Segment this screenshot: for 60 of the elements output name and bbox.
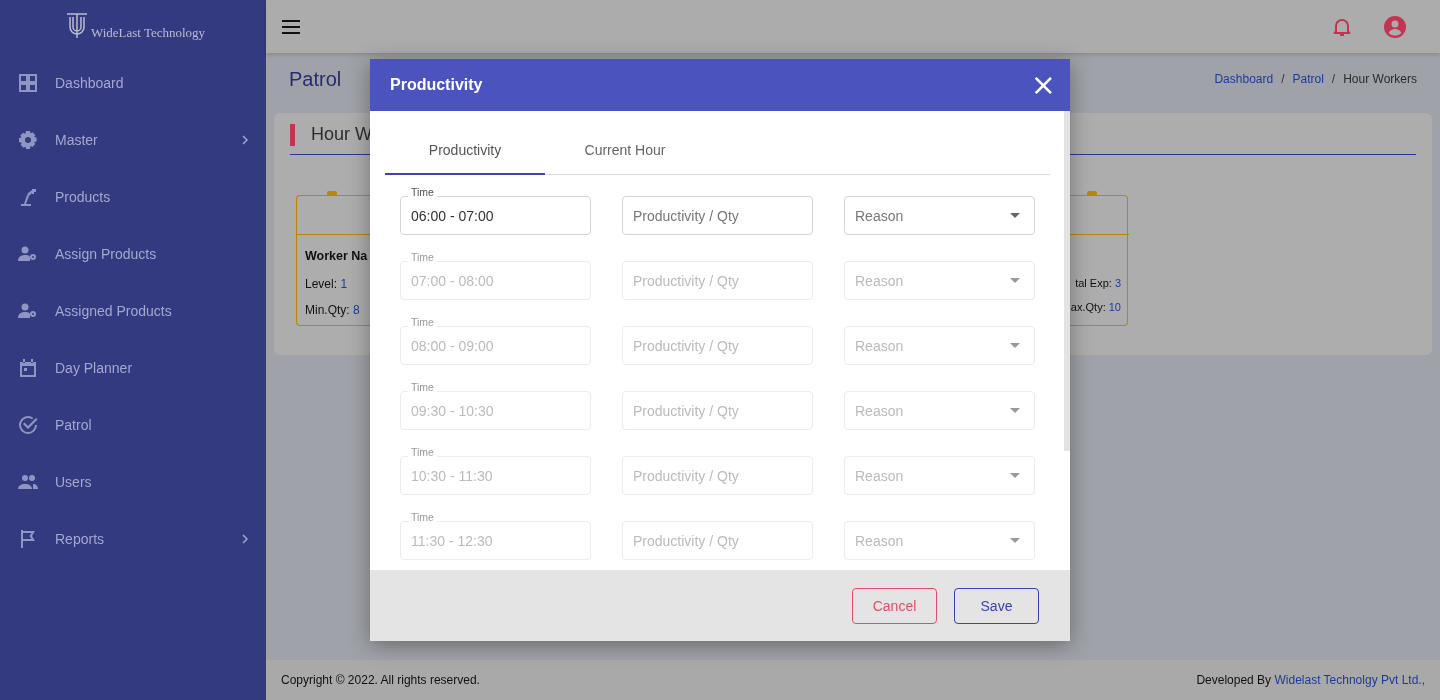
sidebar-item[interactable]: Patrol [0, 396, 266, 453]
sidebar-item[interactable]: Reports [0, 510, 266, 567]
cancel-button[interactable]: Cancel [852, 587, 937, 624]
copyright-text: Copyright © 2022. All rights reserved. [281, 673, 480, 687]
field-label: tal Exp: [1075, 277, 1112, 289]
sidebar-item[interactable]: Master [0, 111, 266, 168]
developer-text: Developed By [1196, 673, 1272, 687]
logo-text: WideLast Technology [90, 25, 206, 41]
field-label: Time [408, 250, 437, 264]
breadcrumb-separator: / [1281, 72, 1285, 86]
breadcrumb-current: Hour Workers [1343, 72, 1417, 86]
field-label: Time [408, 510, 437, 524]
caret-icon [1010, 343, 1020, 348]
sidebar-item[interactable]: Assign Products [0, 225, 266, 282]
gear-icon [18, 129, 38, 150]
chevron-right-icon [242, 533, 248, 544]
save-button[interactable]: Save [954, 587, 1039, 624]
calendar-icon [18, 357, 38, 378]
field-label: Level: [305, 277, 338, 291]
caret-icon [1010, 408, 1020, 413]
tab[interactable]: Current Hour [545, 126, 705, 175]
tab[interactable]: Productivity [385, 126, 545, 175]
field-label: Time [408, 185, 437, 199]
company-link[interactable]: Widelast Technolgy Pvt Ltd., [1274, 673, 1425, 687]
caret-icon [1010, 213, 1020, 218]
grid-icon [18, 72, 38, 93]
chevron-right-icon [242, 134, 248, 145]
close-button[interactable]: × [1028, 70, 1058, 100]
sidebar-item[interactable]: Users [0, 453, 266, 510]
user-avatar-icon[interactable] [1384, 15, 1406, 38]
sidebar-item[interactable]: Assigned Products [0, 282, 266, 339]
sidebar-item[interactable]: Dashboard [0, 54, 266, 111]
scrollbar[interactable] [1064, 111, 1070, 451]
robot-arm-icon [18, 186, 38, 207]
bell-icon[interactable] [1333, 16, 1351, 37]
field-value: 8 [353, 303, 360, 317]
menu-icon[interactable] [282, 19, 300, 34]
sidebar-item[interactable]: Day Planner [0, 339, 266, 396]
caret-icon [1010, 473, 1020, 478]
caret-icon [1010, 278, 1020, 283]
breadcrumb-link[interactable]: Patrol [1292, 72, 1324, 86]
modal-title: Productivity [390, 76, 483, 94]
breadcrumb-link[interactable]: Dashboard [1214, 72, 1274, 86]
reason-dropdown[interactable]: Reason [844, 196, 1035, 235]
field-value: 3 [1114, 277, 1121, 289]
breadcrumb-separator: / [1331, 72, 1336, 86]
worker-name: Worker Na [305, 249, 369, 265]
sidebar-item[interactable]: Products [0, 168, 266, 225]
field-label: Min.Qty: [305, 303, 350, 317]
field-label: Time [408, 445, 437, 459]
field-label: Time [408, 315, 437, 329]
page-title: Patrol [289, 67, 342, 91]
accent-bar [290, 123, 295, 146]
field-value: 1 [340, 277, 348, 291]
field-label: ax.Qty: [1070, 301, 1106, 313]
field-value: 10 [1108, 301, 1121, 313]
flag-icon [18, 528, 38, 549]
field-label: Time [408, 380, 437, 394]
caret-icon [1010, 538, 1020, 543]
quantity-field[interactable]: Productivity / Qty [622, 196, 813, 235]
